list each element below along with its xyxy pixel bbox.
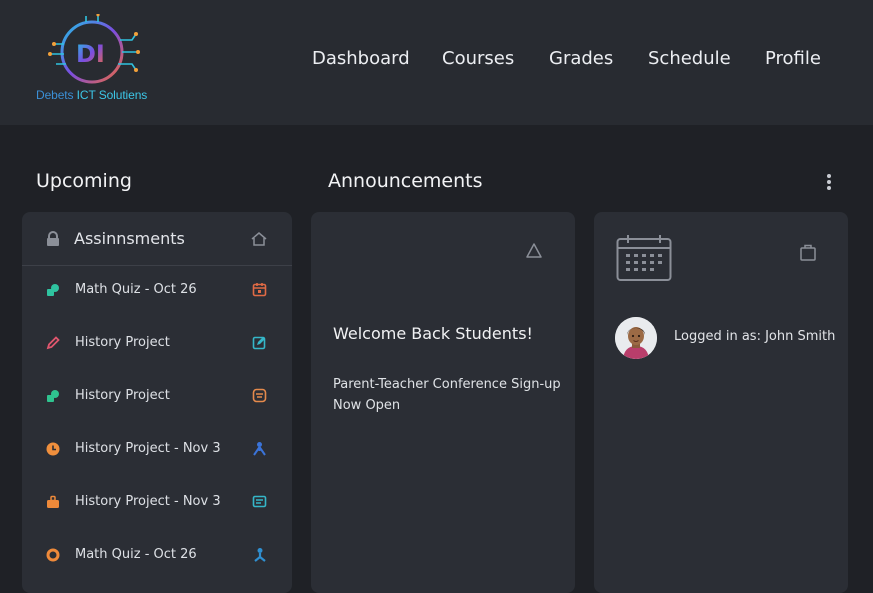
main-nav: Dashboard Courses Grades Schedule Profil… bbox=[0, 48, 873, 74]
announcements-heading: Announcements bbox=[328, 170, 483, 192]
announcement-title: Welcome Back Students! bbox=[333, 324, 533, 343]
home-icon[interactable] bbox=[250, 231, 268, 247]
announcement-card: Welcome Back Students! Parent-Teacher Co… bbox=[311, 212, 575, 593]
nav-courses[interactable]: Courses bbox=[442, 48, 514, 69]
assignments-title: Assinnsments bbox=[74, 229, 185, 248]
nav-profile[interactable]: Profile bbox=[765, 48, 821, 69]
assignment-row[interactable]: History Project bbox=[22, 372, 292, 424]
assignment-row[interactable]: History Project - Nov 3 bbox=[22, 425, 292, 477]
card-icon[interactable] bbox=[252, 494, 267, 509]
lock-icon bbox=[47, 231, 59, 246]
upcoming-heading: Upcoming bbox=[36, 170, 132, 192]
assignment-row[interactable]: Math Quiz - Oct 26 bbox=[22, 266, 292, 318]
briefcase-icon bbox=[47, 495, 59, 508]
avatar[interactable] bbox=[615, 317, 657, 359]
person-icon[interactable] bbox=[252, 547, 267, 562]
nav-grades[interactable]: Grades bbox=[549, 48, 613, 69]
bell-icon[interactable] bbox=[524, 242, 544, 260]
shapes-icon bbox=[47, 390, 59, 402]
calendar-icon[interactable] bbox=[616, 234, 672, 282]
nav-schedule[interactable]: Schedule bbox=[648, 48, 731, 69]
pencil-icon bbox=[46, 336, 60, 350]
user-card: Logged in as: John Smith bbox=[594, 212, 848, 593]
more-options-icon[interactable] bbox=[824, 174, 834, 192]
person-icon[interactable] bbox=[252, 441, 267, 456]
user-avatar-icon bbox=[615, 317, 657, 359]
brand-name: Debets ICT Solutiens bbox=[36, 88, 148, 102]
announcement-body: Parent-Teacher Conference Sign-up Now Op… bbox=[333, 377, 561, 413]
assignment-label: History Project bbox=[75, 335, 170, 350]
ring-icon bbox=[46, 548, 60, 562]
archive-icon[interactable] bbox=[252, 388, 267, 403]
assignment-label: History Project bbox=[75, 388, 170, 403]
app-header: DI Debets ICT Solutiens Dashboard Course… bbox=[0, 0, 873, 125]
edit-box-icon[interactable] bbox=[252, 335, 267, 350]
logged-in-status: Logged in as: John Smith bbox=[674, 329, 836, 344]
assignment-label: History Project - Nov 3 bbox=[75, 494, 221, 509]
calendar-icon[interactable] bbox=[252, 282, 267, 297]
assignment-row[interactable]: History Project bbox=[22, 319, 292, 371]
assignment-label: History Project - Nov 3 bbox=[75, 441, 221, 456]
shopping-bag-icon[interactable] bbox=[798, 242, 818, 262]
assignment-row[interactable]: History Project - Nov 3 bbox=[22, 478, 292, 530]
assignments-card: Assinnsments Math Quiz - Oct 26 History … bbox=[22, 212, 292, 593]
assignments-header: Assinnsments bbox=[22, 212, 292, 266]
nav-dashboard[interactable]: Dashboard bbox=[312, 48, 410, 69]
shapes-icon bbox=[47, 284, 59, 296]
assignment-label: Math Quiz - Oct 26 bbox=[75, 282, 197, 297]
assignment-label: Math Quiz - Oct 26 bbox=[75, 547, 197, 562]
clock-icon bbox=[46, 442, 60, 456]
assignment-row[interactable]: Math Quiz - Oct 26 bbox=[22, 531, 292, 583]
